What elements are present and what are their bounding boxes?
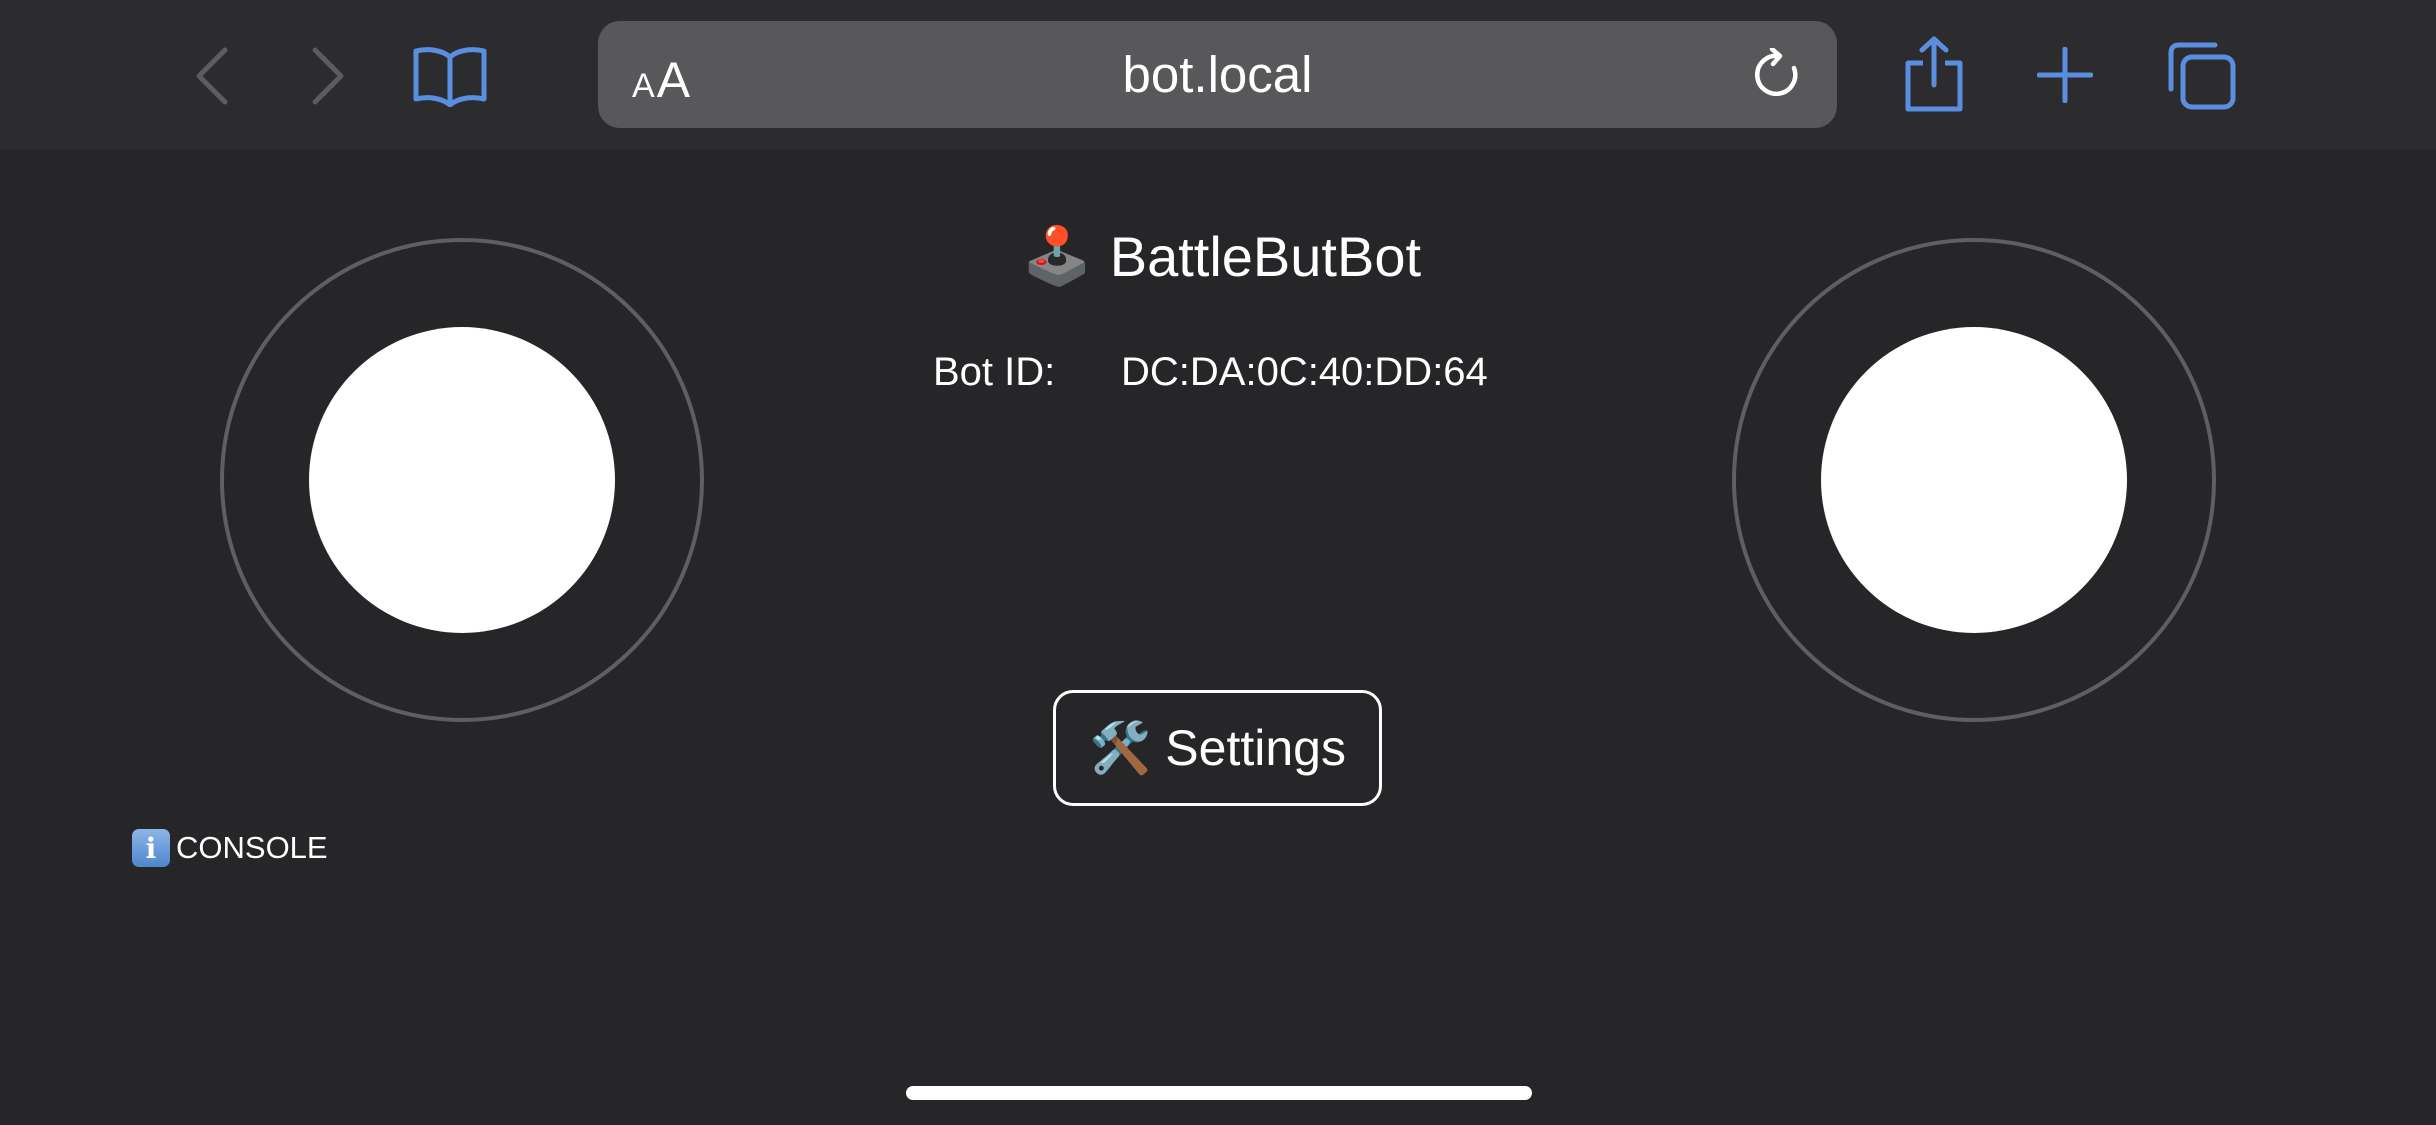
text-size-small-label: A (632, 67, 655, 105)
bot-id-value: DC:DA:0C:40:DD:64 (1121, 350, 1488, 394)
left-joystick-knob[interactable] (309, 327, 615, 633)
page-title-text: BattleButBot (1109, 224, 1422, 288)
share-button[interactable] (1900, 34, 1968, 114)
text-size-big-label: A (656, 52, 691, 108)
plus-icon (2037, 47, 2093, 103)
address-bar[interactable]: bot.local AA (598, 21, 1837, 128)
tabs-icon (2168, 42, 2236, 110)
console-label: CONSOLE (176, 830, 328, 865)
book-icon (413, 47, 487, 107)
bot-id-label: Bot ID: (933, 350, 1056, 394)
page-title: 🕹️ BattleButBot (1022, 216, 1421, 296)
share-icon (1905, 36, 1963, 112)
browser-toolbar: bot.local AA (0, 0, 2436, 150)
reload-button[interactable] (1748, 47, 1808, 103)
right-joystick-knob[interactable] (1821, 327, 2127, 633)
new-tab-button[interactable] (2035, 44, 2095, 106)
settings-button[interactable]: 🛠️ Settings (1053, 690, 1382, 806)
tabs-button[interactable] (2166, 40, 2238, 112)
info-icon: i (132, 829, 170, 867)
forward-button[interactable] (302, 44, 352, 108)
chevron-right-icon (312, 47, 344, 105)
url-text[interactable]: bot.local (598, 21, 1837, 128)
bookmarks-button[interactable] (410, 42, 490, 110)
console-toggle[interactable]: i CONSOLE (132, 828, 328, 868)
tools-icon: 🛠️ (1089, 719, 1152, 776)
reload-icon (1755, 48, 1798, 97)
chevron-left-icon (196, 47, 228, 105)
back-button[interactable] (188, 44, 238, 108)
home-indicator[interactable] (906, 1086, 1532, 1100)
joystick-icon: 🕹️ (1022, 224, 1092, 287)
settings-button-label: Settings (1165, 720, 1346, 776)
text-size-button[interactable]: AA (632, 21, 690, 128)
